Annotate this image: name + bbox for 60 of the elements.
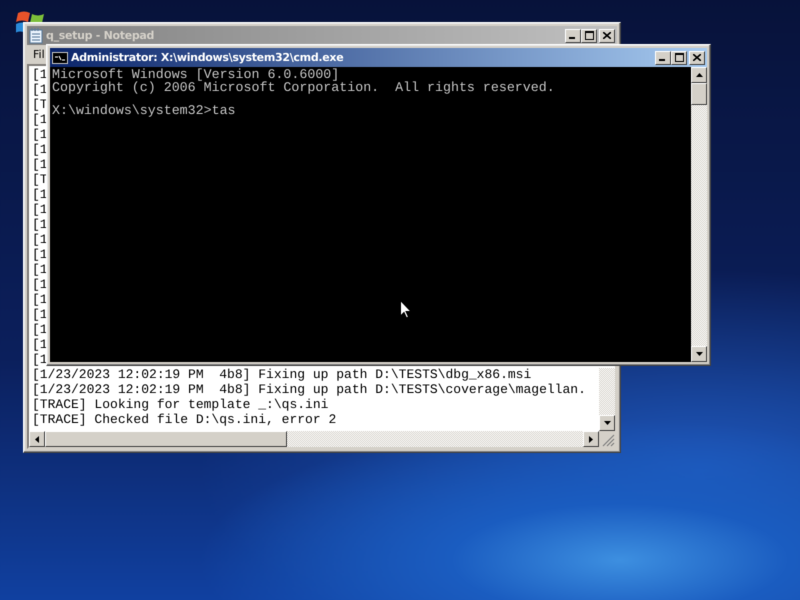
log-line: [1 — [32, 322, 48, 337]
scroll-right-button[interactable] — [583, 431, 599, 447]
size-grip-icon[interactable] — [599, 431, 615, 447]
log-line: [T — [32, 97, 48, 112]
log-line: [1 — [32, 217, 48, 232]
log-line: [1/23/2023 12:02:19 PM 4b8] Fixing up path D:\TESTS\dbg_x86.msi — [32, 367, 532, 382]
log-line: [1 — [32, 142, 48, 157]
console-icon — [52, 52, 68, 64]
log-line: [1 — [32, 202, 48, 217]
scroll-thumb[interactable] — [45, 431, 287, 447]
scroll-down-button[interactable] — [599, 415, 615, 431]
menu-item[interactable]: Fil — [27, 48, 51, 61]
console-line: Copyright (c) 2006 Microsoft Corporation. All rights reserved. — [52, 82, 555, 94]
log-line: [1 — [32, 352, 48, 367]
window-title: q_setup - Notepad — [46, 29, 154, 42]
log-line: [1 — [32, 187, 48, 202]
log-line: [1/23/2023 12:02:19 PM 4b8] Fixing up path D:\TESTS\coverage\magellan. — [32, 382, 586, 397]
log-line: [1 — [32, 292, 48, 307]
close-icon — [693, 54, 701, 61]
log-line: [1 — [32, 307, 48, 322]
down-arrow-icon — [604, 421, 610, 425]
log-line: [T — [32, 172, 48, 187]
scroll-left-button[interactable] — [29, 431, 45, 447]
maximize-icon — [674, 53, 684, 62]
maximize-button[interactable] — [671, 50, 687, 64]
notepad-icon — [29, 28, 43, 44]
right-arrow-icon — [589, 436, 593, 442]
close-button[interactable] — [599, 28, 615, 42]
maximize-button[interactable] — [581, 28, 597, 42]
vertical-scrollbar[interactable] — [691, 67, 707, 362]
mouse-pointer-icon — [400, 300, 412, 319]
log-line: [1 — [32, 82, 48, 97]
log-line: [1 — [32, 262, 48, 277]
log-line: [1 — [32, 112, 48, 127]
log-line: [TRACE] Looking for template _:\qs.ini — [32, 397, 328, 412]
log-line: [1 — [32, 232, 48, 247]
up-arrow-icon — [696, 73, 702, 77]
minimize-icon — [569, 37, 575, 39]
log-line: [TRACE] Checked file D:\qs.ini, error 2 — [32, 412, 336, 427]
down-arrow-icon — [696, 352, 702, 356]
scroll-down-button[interactable] — [691, 346, 707, 362]
minimize-icon — [659, 59, 665, 61]
minimize-button[interactable] — [565, 28, 581, 42]
scroll-thumb[interactable] — [691, 83, 707, 105]
left-arrow-icon — [35, 436, 39, 442]
maximize-icon — [584, 31, 594, 40]
log-line: [1 — [32, 337, 48, 352]
log-line: [1 — [32, 67, 48, 82]
console-line: X:\windows\system32>tas — [52, 105, 236, 118]
console-line: Microsoft Windows [Version 6.0.6000] — [52, 69, 340, 82]
close-icon — [603, 32, 611, 39]
horizontal-scrollbar[interactable] — [29, 431, 615, 447]
log-line: [1 — [32, 157, 48, 172]
window-title: Administrator: X:\windows\system32\cmd.exe — [71, 51, 344, 64]
scroll-up-button[interactable] — [691, 67, 707, 83]
log-line: [1 — [32, 127, 48, 142]
log-line: [1 — [32, 277, 48, 292]
minimize-button[interactable] — [655, 50, 671, 64]
log-line: [1 — [32, 247, 48, 262]
close-button[interactable] — [689, 50, 705, 64]
